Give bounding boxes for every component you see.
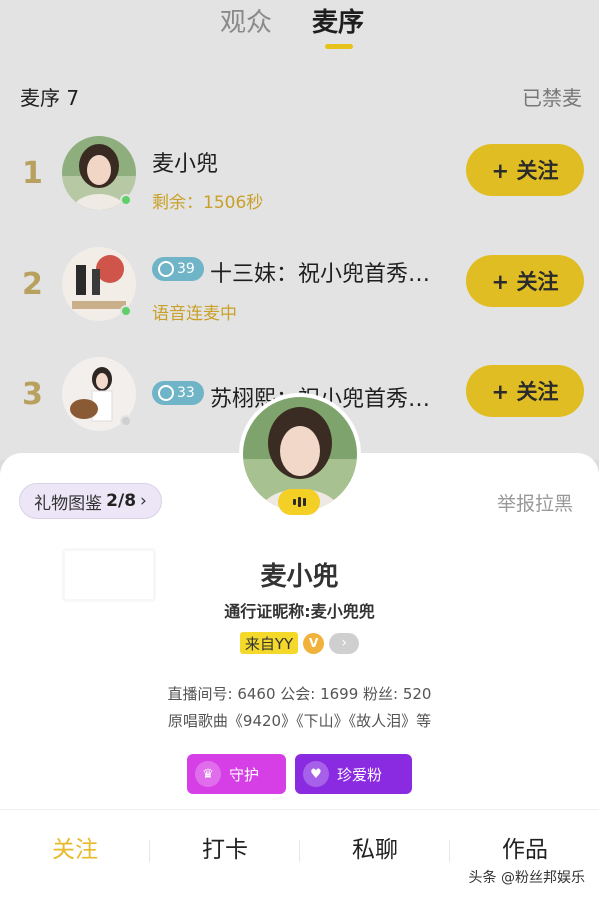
tab-audience[interactable]: 观众 xyxy=(220,2,272,39)
fan-club-label: 珍爱粉 xyxy=(337,765,383,784)
shield-icon: ♛ xyxy=(195,761,221,787)
works-action[interactable]: 作品 xyxy=(450,830,599,864)
profile-songs: 原唱歌曲《9420》《下山》《故人泪》等 xyxy=(167,712,432,730)
follow-button[interactable]: + 关注 xyxy=(466,144,584,196)
online-status-dot xyxy=(120,305,132,317)
level-number: 33 xyxy=(177,385,195,401)
level-badge: 33 xyxy=(152,381,204,405)
heart-icon xyxy=(158,261,174,277)
follow-button[interactable]: + 关注 xyxy=(466,255,584,307)
profile-tags: 来自YY V › xyxy=(0,632,599,654)
watermark: 头条 @粉丝邦娱乐 xyxy=(468,870,585,886)
queue-header: 麦序 7 已禁麦 xyxy=(20,82,582,110)
level-number: 39 xyxy=(177,261,195,277)
fan-club-button[interactable]: ♥ 珍爱粉 xyxy=(295,754,412,794)
profile-stats: 直播间号: 6460 公会: 1699 粉丝: 520 xyxy=(167,685,432,703)
user-name: 十三妹：祝小兜首秀… xyxy=(210,262,431,287)
queue-rank: 2 xyxy=(22,267,43,302)
queue-rank: 1 xyxy=(22,156,43,191)
level-badge: 39 xyxy=(152,257,204,281)
source-tag: 来自YY xyxy=(239,632,299,654)
queue-row[interactable]: 1 麦小兜 剩余：1506秒 + 关注 xyxy=(0,122,599,222)
follow-action[interactable]: 关注 xyxy=(0,830,150,864)
chevron-right-icon[interactable]: › xyxy=(329,632,360,654)
mic-level-icon xyxy=(278,489,320,515)
heart-icon xyxy=(158,385,174,401)
remaining-time: 剩余：1506秒 xyxy=(152,193,264,213)
follow-button[interactable]: + 关注 xyxy=(466,365,584,417)
report-block-button[interactable]: 举报拉黑 xyxy=(497,489,573,516)
profile-name: 麦小兜 xyxy=(260,562,339,592)
queue-rank: 3 xyxy=(22,377,43,412)
verified-badge: V xyxy=(303,632,325,654)
gift-catalog-button[interactable]: 礼物图鉴 2/8 › xyxy=(19,483,162,519)
tab-indicator xyxy=(325,44,353,49)
mic-muted-label[interactable]: 已禁麦 xyxy=(522,82,582,111)
pass-nickname: 通行证昵称:麦小兜兜 xyxy=(224,602,375,621)
gift-catalog-count: 2/8 xyxy=(106,491,137,511)
private-chat-action[interactable]: 私聊 xyxy=(300,830,450,864)
checkin-action[interactable]: 打卡 xyxy=(150,830,300,864)
online-status-dot xyxy=(120,194,132,206)
user-name: 麦小兜 xyxy=(152,152,219,177)
queue-title: 麦序 7 xyxy=(20,86,80,110)
tab-bar: 观众 麦序 xyxy=(0,0,599,60)
chevron-right-icon: › xyxy=(140,491,147,511)
mic-queue-panel: 观众 麦序 麦序 7 已禁麦 1 麦小兜 剩余：1506秒 + 关注 2 39 … xyxy=(0,0,599,460)
queue-row[interactable]: 2 39 十三妹：祝小兜首秀… 语音连麦中 + 关注 xyxy=(0,233,599,333)
offline-status-dot xyxy=(120,415,132,427)
voice-status: 语音连麦中 xyxy=(152,304,237,324)
tab-mic-queue[interactable]: 麦序 xyxy=(312,2,364,39)
guard-button[interactable]: ♛ 守护 xyxy=(187,754,286,794)
guard-label: 守护 xyxy=(229,765,260,784)
gift-catalog-label: 礼物图鉴 xyxy=(34,493,103,514)
heart-wings-icon: ♥ xyxy=(303,761,329,787)
